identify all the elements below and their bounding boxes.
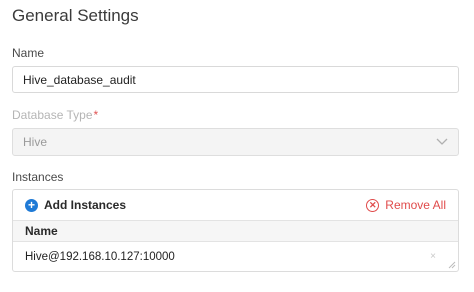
- instance-name: Hive@192.168.10.127:10000: [25, 251, 175, 263]
- name-input-value: Hive_database_audit: [23, 72, 136, 87]
- table-row: Hive@192.168.10.127:10000 ×: [13, 242, 458, 272]
- instances-column-header: Name: [13, 220, 458, 242]
- database-type-value: Hive: [23, 135, 48, 149]
- instances-toolbar: + Add Instances ✕ Remove All: [13, 190, 458, 220]
- chevron-down-icon: [436, 138, 448, 145]
- database-type-label-text: Database Type: [12, 108, 93, 122]
- add-instances-button[interactable]: + Add Instances: [25, 198, 126, 212]
- remove-all-label: Remove All: [385, 198, 446, 212]
- section-title: General Settings: [12, 6, 139, 25]
- database-type-select: Hive: [12, 128, 459, 156]
- plus-circle-icon: +: [25, 198, 38, 212]
- name-label: Name: [12, 46, 45, 60]
- instances-table: + Add Instances ✕ Remove All Name Hive@1…: [12, 189, 459, 272]
- required-mark: *: [93, 108, 99, 122]
- x-circle-icon: ✕: [366, 198, 380, 212]
- add-instances-label: Add Instances: [44, 198, 127, 212]
- name-input[interactable]: Hive_database_audit: [12, 66, 459, 93]
- database-type-label: Database Type*: [12, 108, 98, 122]
- instances-label: Instances: [12, 170, 64, 184]
- remove-all-button[interactable]: ✕ Remove All: [366, 198, 446, 212]
- remove-row-icon[interactable]: ×: [430, 251, 436, 262]
- resize-handle-icon[interactable]: [448, 261, 456, 269]
